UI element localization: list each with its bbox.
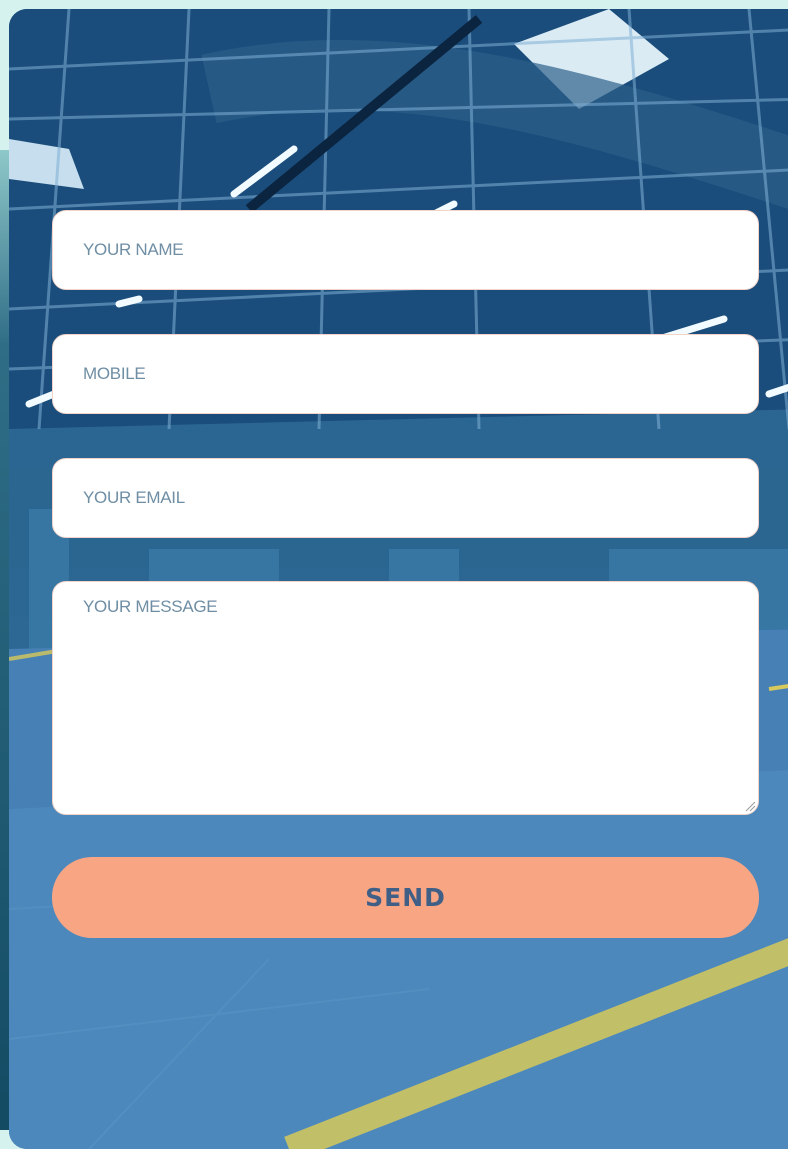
message-placeholder: YOUR MESSAGE (83, 597, 218, 616)
email-placeholder: YOUR EMAIL (83, 488, 185, 507)
warehouse-background-image (9, 9, 788, 1149)
email-input[interactable]: YOUR EMAIL (52, 458, 759, 538)
mobile-input[interactable]: MOBILE (52, 334, 759, 414)
mobile-placeholder: MOBILE (83, 364, 146, 383)
send-button-label: SEND (365, 883, 446, 912)
name-input[interactable]: YOUR NAME (52, 210, 759, 290)
name-placeholder: YOUR NAME (83, 240, 184, 259)
send-button[interactable]: SEND (52, 857, 759, 938)
resize-handle-icon[interactable] (744, 800, 756, 812)
message-textarea[interactable]: YOUR MESSAGE (52, 581, 759, 815)
